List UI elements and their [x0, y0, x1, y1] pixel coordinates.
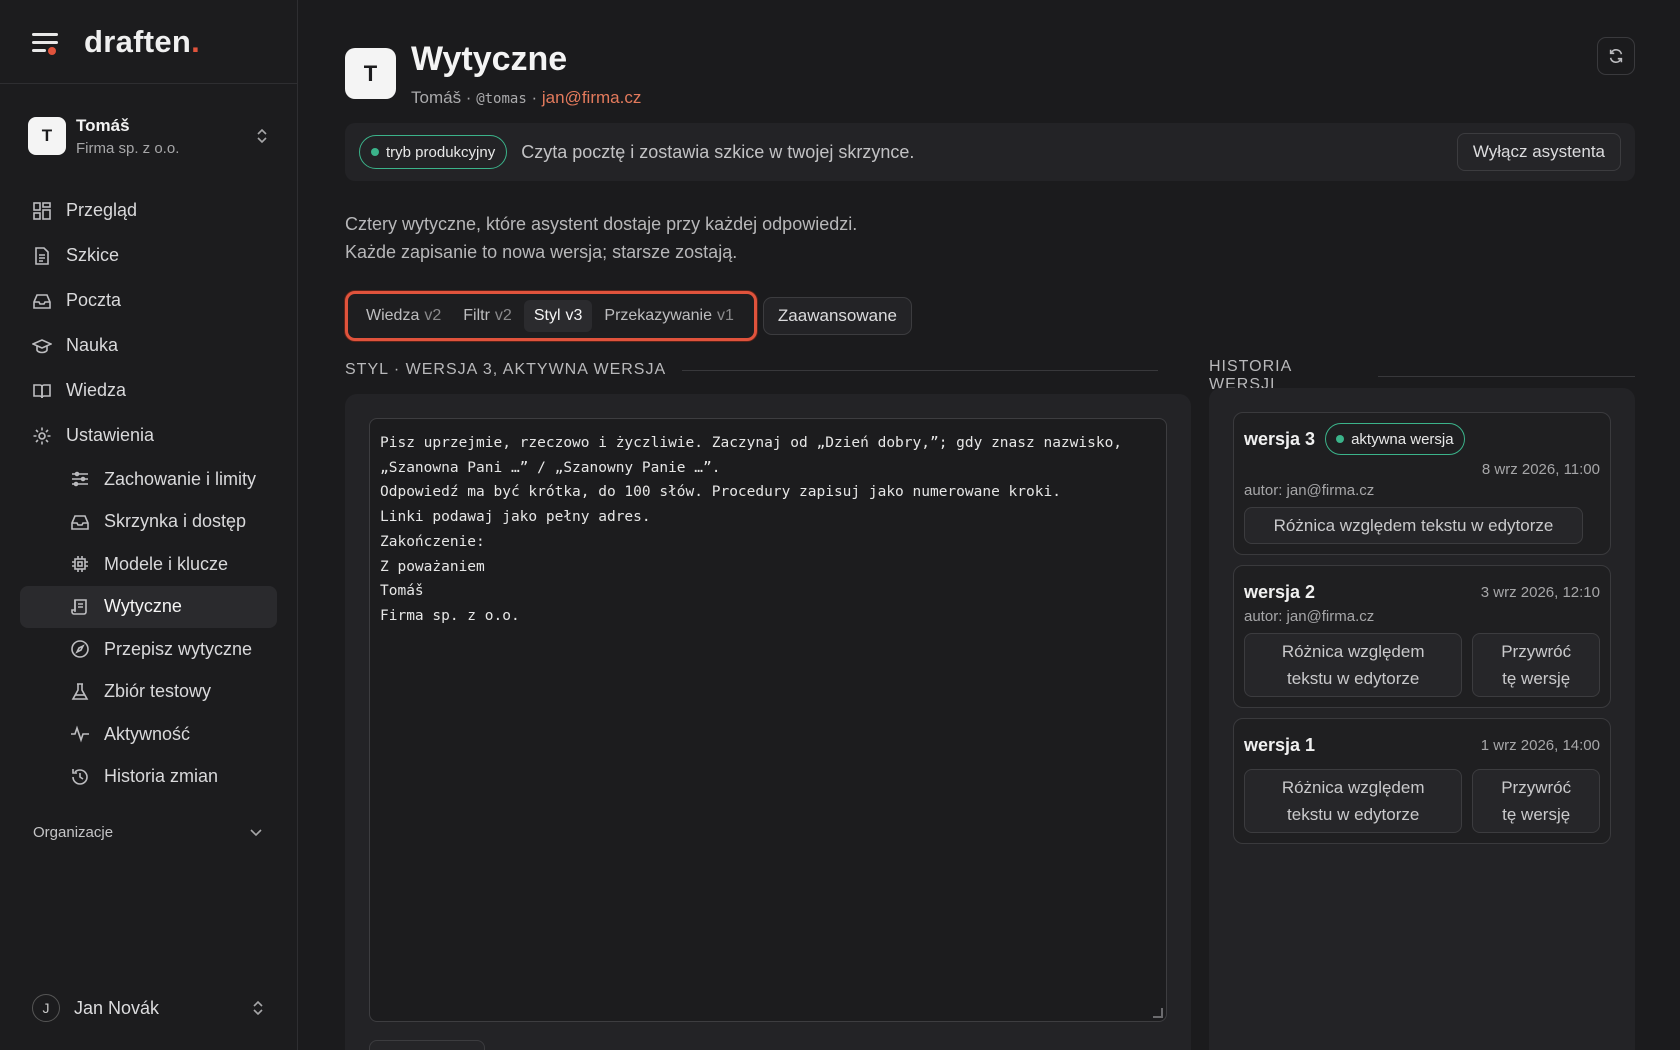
tabs-group: Wiedza v2 Filtr v2 Styl v3 Przekazywanie v1 — [345, 291, 757, 341]
page-title: Wytyczne — [411, 40, 568, 78]
main-nav: Przegląd Szkice Poczta Nauka Wiedza Usta… — [0, 188, 297, 798]
editor-panel: Pisz uprzejmie, rzeczowo i życzliwie. Za… — [345, 394, 1191, 1050]
page-subtitle: Tomáš · @tomas · jan@firma.cz — [411, 88, 642, 107]
nav-item-zbior[interactable]: Zbiór testowy — [58, 671, 277, 714]
brand-bar: draften. — [0, 0, 297, 84]
nav-item-skrzynka[interactable]: Skrzynka i dostęp — [58, 501, 277, 544]
guideline-tabs: Wiedza v2 Filtr v2 Styl v3 Przekazywanie v1 … — [345, 291, 912, 341]
version-date: 3 wrz 2026, 12:10 — [1480, 583, 1600, 601]
nav-item-przepisz[interactable]: Przepisz wytyczne — [58, 628, 277, 671]
chevron-up-down-icon — [257, 128, 267, 144]
dashboard-icon — [33, 201, 51, 220]
flask-icon — [71, 682, 89, 700]
refresh-button[interactable] — [1597, 37, 1635, 75]
nav-item-szkice[interactable]: Szkice — [20, 233, 277, 278]
organizations-section[interactable]: Organizacje — [0, 814, 297, 850]
workspace-name: Tomáš — [76, 115, 130, 135]
tab-wiedza[interactable]: Wiedza v2 — [356, 300, 451, 332]
nav-item-modele[interactable]: Modele i klucze — [58, 543, 277, 586]
guideline-textarea[interactable]: Pisz uprzejmie, rzeczowo i życzliwie. Za… — [369, 418, 1167, 1022]
chip-icon — [72, 556, 88, 573]
nav-item-poczta[interactable]: Poczta — [20, 278, 277, 323]
version-author: autor: jan@firma.cz — [1244, 608, 1375, 625]
inbox-icon — [33, 293, 51, 309]
menu-icon[interactable] — [32, 31, 60, 55]
workspace-avatar: T — [28, 117, 66, 155]
intro-text: Cztery wytyczne, które asystent dostaje … — [345, 214, 858, 262]
nav-item-przeglad[interactable]: Przegląd — [20, 188, 277, 233]
save-button[interactable] — [369, 1040, 485, 1050]
nav-item-ustawienia[interactable]: Ustawienia — [20, 413, 277, 458]
avatar: J — [32, 994, 60, 1022]
nav-item-historia[interactable]: Historia zmian — [58, 756, 277, 799]
production-mode-text: Czyta pocztę i zostawia szkice w twojej … — [521, 141, 915, 162]
workspace-switcher[interactable]: T Tomáš Firma sp. z o.o. — [0, 84, 297, 188]
workspace-org: Firma sp. z o.o. — [76, 139, 180, 157]
user-menu[interactable]: J Jan Novák — [0, 966, 297, 1050]
disable-assistant-button[interactable]: Wyłącz asystenta — [1456, 133, 1621, 171]
sidebar: draften. T Tomáš Firma sp. z o.o. Przegl… — [0, 0, 298, 1050]
user-name: Jan Novák — [74, 997, 160, 1018]
version-card: wersja 1 1 wrz 2026, 14:00 Różnica wzglę… — [1233, 718, 1611, 844]
activity-icon — [71, 725, 89, 743]
settings-subnav: Zachowanie i limity Skrzynka i dostęp Mo… — [20, 458, 277, 798]
nav-item-wiedza[interactable]: Wiedza — [20, 368, 277, 413]
avatar: T — [345, 48, 396, 99]
diff-button[interactable]: Różnica względem tekstu w edytorze — [1244, 769, 1463, 833]
brand-logo[interactable]: draften. — [84, 24, 200, 60]
restore-button[interactable]: Przywróć tę wersję — [1472, 769, 1600, 833]
sliders-icon — [72, 471, 88, 487]
email-link[interactable]: jan@firma.cz — [542, 88, 641, 107]
nav-item-aktywnosc[interactable]: Aktywność — [58, 713, 277, 756]
version-history-panel: wersja 3 aktywna wersja 8 wrz 2026, 11:0… — [1209, 388, 1635, 1050]
tab-filtr[interactable]: Filtr v2 — [453, 300, 522, 332]
nav-item-wytyczne[interactable]: Wytyczne — [20, 585, 277, 628]
tab-przekazywanie[interactable]: Przekazywanie v1 — [594, 300, 744, 332]
scroll-icon — [71, 598, 87, 615]
version-title: wersja 2 — [1244, 581, 1316, 602]
page-header: T Wytyczne Tomáš · @tomas · jan@firma.cz — [345, 40, 641, 108]
history-icon — [72, 768, 88, 785]
nav-item-nauka[interactable]: Nauka — [20, 323, 277, 368]
refresh-icon — [1609, 49, 1623, 63]
tab-advanced[interactable]: Zaawansowane — [762, 297, 912, 335]
version-title: wersja 1 — [1244, 734, 1316, 755]
chevron-up-down-icon — [253, 1000, 263, 1016]
diff-button[interactable]: Różnica względem tekstu w edytorze — [1244, 507, 1583, 544]
version-date: 8 wrz 2026, 11:00 — [1481, 461, 1600, 478]
version-card: wersja 2 3 wrz 2026, 12:10 autor: jan@fi… — [1233, 565, 1611, 708]
version-date: 1 wrz 2026, 14:00 — [1480, 736, 1600, 754]
inbox-icon — [71, 514, 89, 530]
diff-button[interactable]: Różnica względem tekstu w edytorze — [1244, 633, 1463, 697]
nav-item-zachowanie[interactable]: Zachowanie i limity — [58, 458, 277, 501]
restore-button[interactable]: Przywróć tę wersję — [1472, 633, 1600, 697]
editor-section-label: STYL · WERSJA 3, AKTYWNA WERSJA — [345, 361, 1159, 379]
compass-icon — [71, 640, 89, 659]
status-badge: tryb produkcyjny — [359, 135, 508, 169]
main-content: T Wytyczne Tomáš · @tomas · jan@firma.cz… — [345, 0, 1635, 1050]
version-title: wersja 3 — [1244, 428, 1316, 449]
production-mode-bar: tryb produkcyjny Czyta pocztę i zostawia… — [345, 123, 1635, 181]
resize-handle[interactable] — [1153, 1008, 1163, 1018]
tab-styl[interactable]: Styl v3 — [523, 300, 593, 332]
gear-icon — [33, 427, 51, 444]
document-icon — [35, 246, 49, 265]
version-card: wersja 3 aktywna wersja 8 wrz 2026, 11:0… — [1233, 412, 1611, 555]
version-author: autor: jan@firma.cz — [1244, 482, 1375, 499]
graduation-cap-icon — [32, 338, 52, 353]
book-icon — [33, 383, 51, 398]
status-badge: aktywna wersja — [1325, 423, 1465, 455]
chevron-down-icon — [250, 829, 262, 837]
